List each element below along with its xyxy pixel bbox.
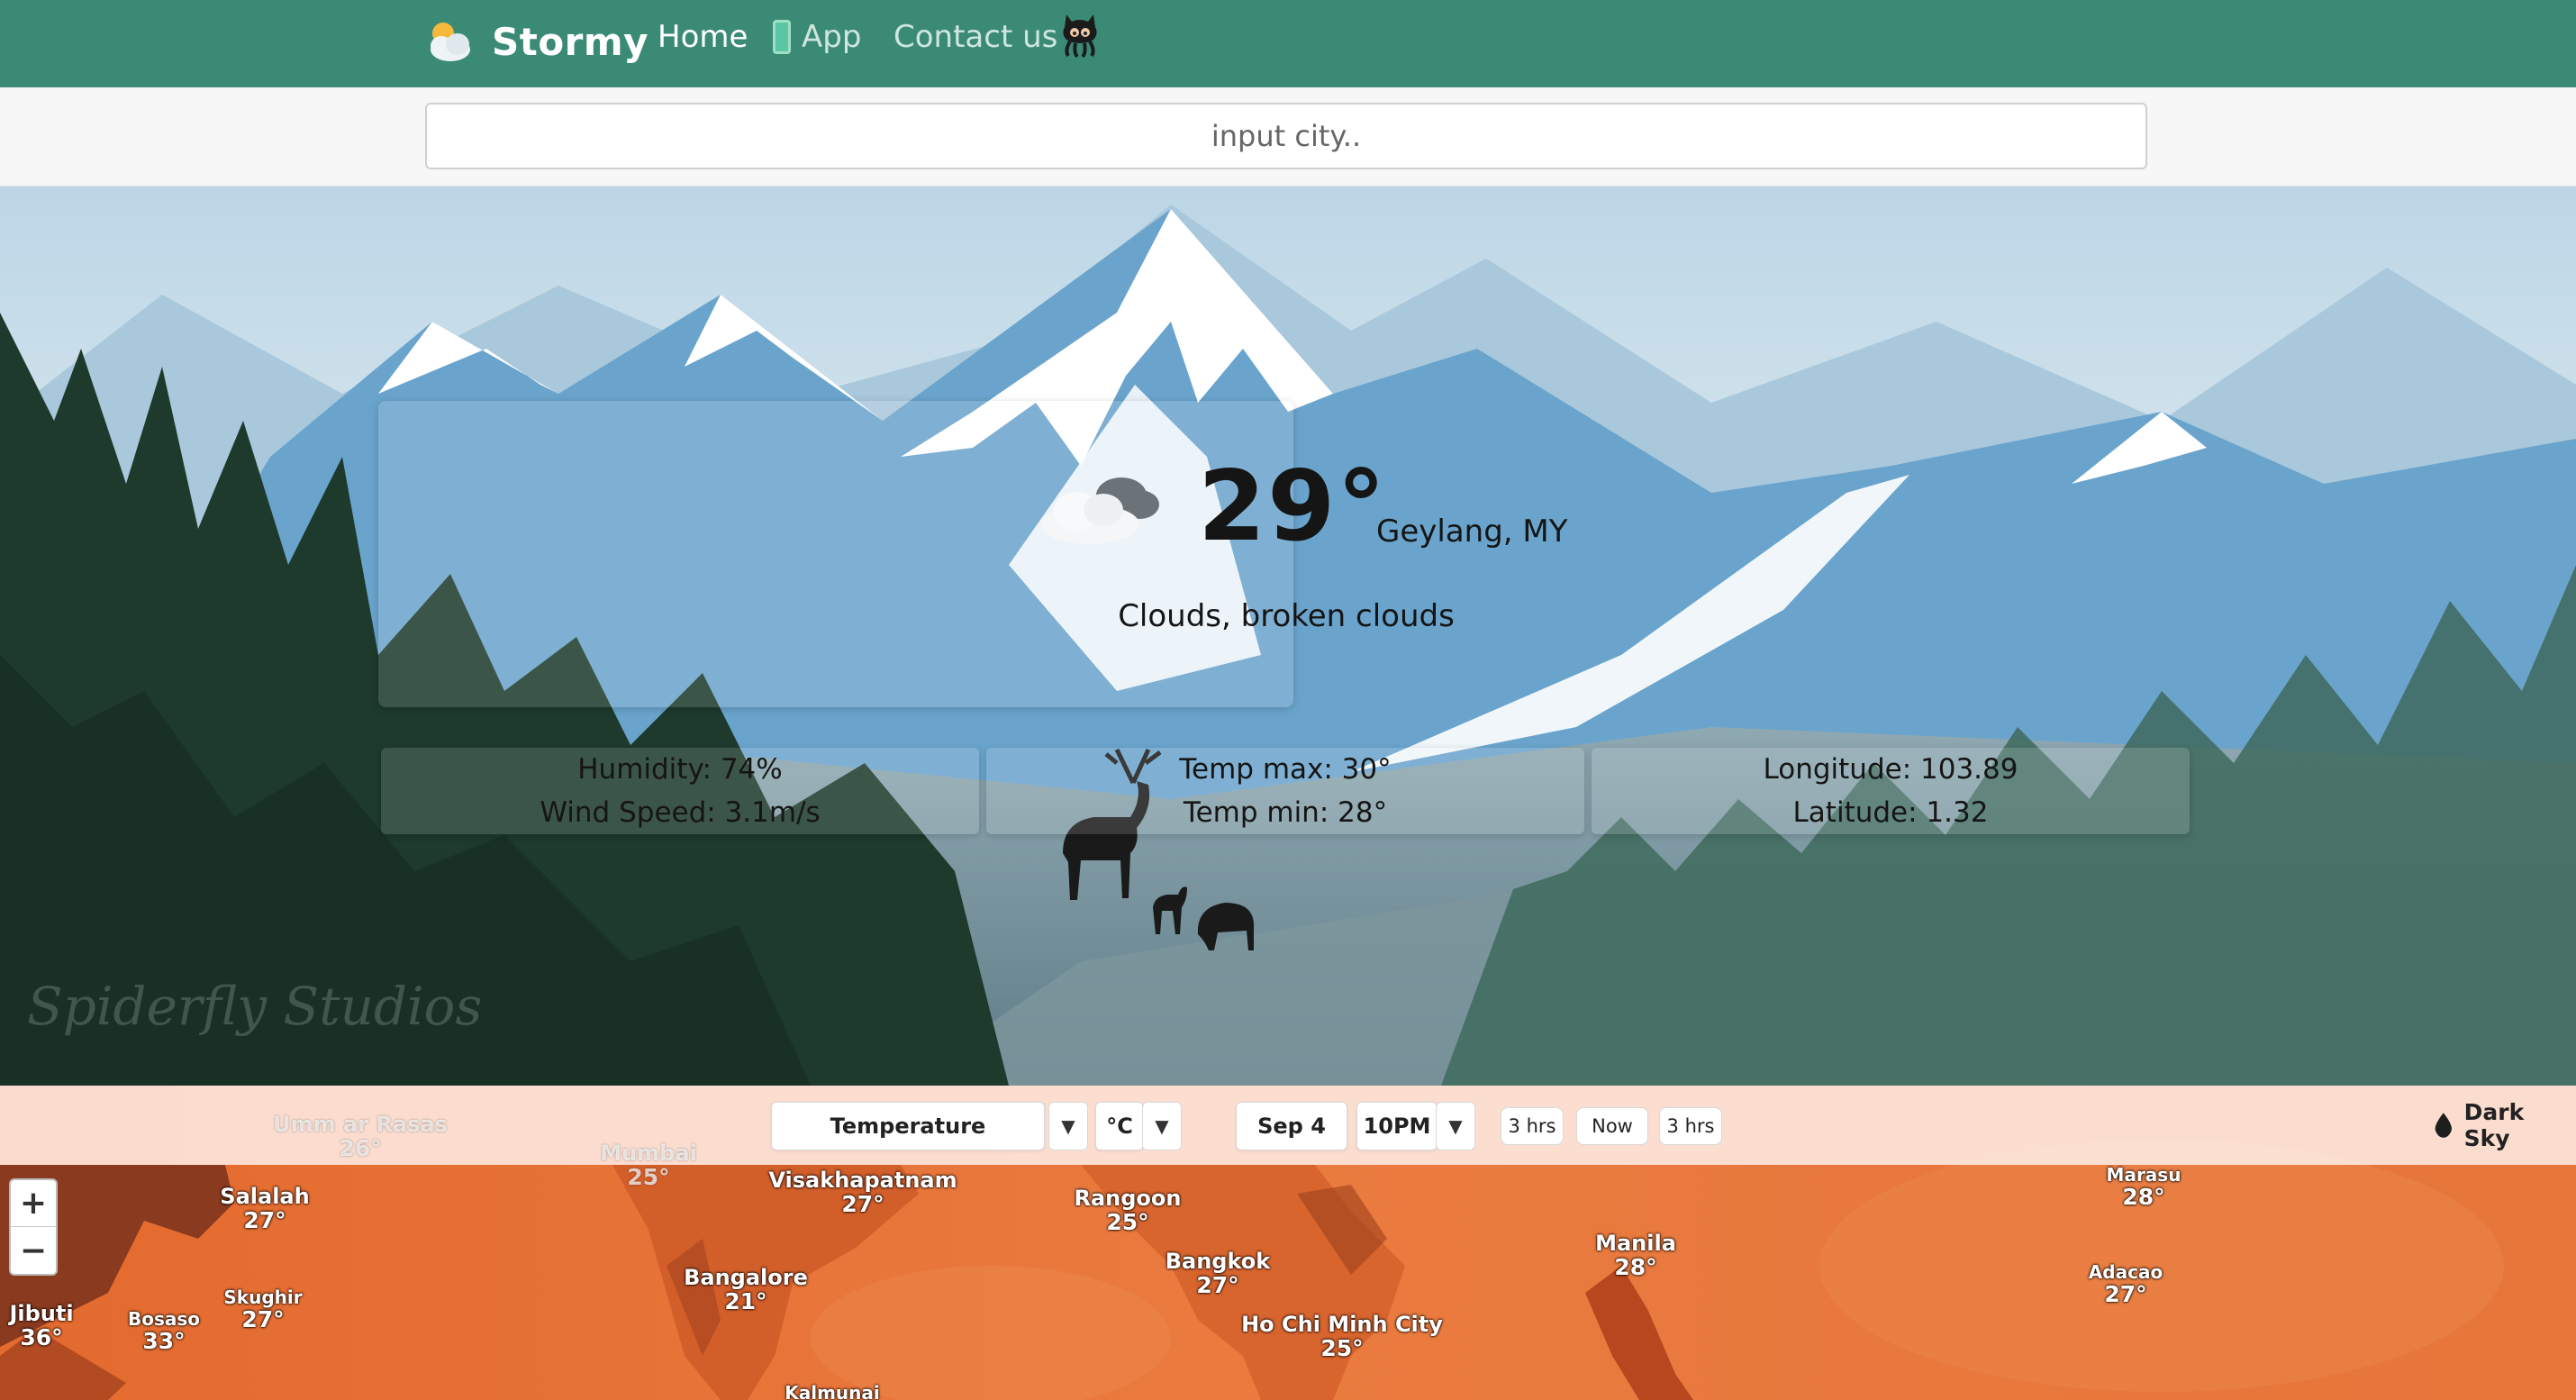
- map-city-label[interactable]: Visakhapatnam 27°: [768, 1168, 957, 1217]
- nav-app-link[interactable]: App: [773, 16, 861, 58]
- brand-name: Stormy: [492, 19, 649, 64]
- nav-app-label: App: [802, 19, 862, 55]
- city-search-input[interactable]: [425, 103, 2147, 169]
- nav-contact-link[interactable]: Contact us: [893, 16, 1057, 58]
- map-city-label[interactable]: Skughir 27°: [223, 1287, 302, 1332]
- dark-sky-label: Dark Sky: [2463, 1099, 2525, 1151]
- dark-sky-attribution[interactable]: Dark Sky: [2432, 1099, 2576, 1151]
- layer-select[interactable]: Temperature: [771, 1102, 1045, 1150]
- raindrop-icon: [2435, 1113, 2452, 1138]
- unit-select[interactable]: °C: [1095, 1102, 1144, 1150]
- search-bar: [0, 87, 2576, 186]
- map-city-label[interactable]: Kalmunai: [785, 1383, 880, 1400]
- phone-icon: [773, 20, 791, 54]
- map-city-label[interactable]: Adacao 27°: [2089, 1262, 2163, 1307]
- now-button[interactable]: Now: [1576, 1107, 1648, 1145]
- step-forward-button[interactable]: 3 hrs: [1659, 1107, 1722, 1145]
- step-back-button[interactable]: 3 hrs: [1501, 1107, 1564, 1145]
- map-city-label[interactable]: Rangoon 25°: [1074, 1186, 1181, 1235]
- zoom-out-button[interactable]: −: [11, 1227, 56, 1274]
- unit-dropdown-caret[interactable]: ▼: [1142, 1102, 1182, 1150]
- weather-map[interactable]: Temperature ▼ °C ▼ Sep 4 10PM ▼ 3 hrs No…: [0, 1086, 2576, 1400]
- map-city-label[interactable]: Salalah 27°: [220, 1185, 309, 1233]
- hero-section: Spiderfly Studios 29° Geylang, MY Clouds…: [0, 186, 2576, 1086]
- wind-speed-value: Wind Speed: 3.1m/s: [540, 796, 821, 829]
- map-city-label[interactable]: Bangalore 21°: [684, 1266, 808, 1314]
- time-dropdown-caret[interactable]: ▼: [1436, 1102, 1475, 1150]
- navbar: Stormy Home App Contact us: [0, 0, 2576, 87]
- zoom-in-button[interactable]: +: [11, 1180, 56, 1227]
- broken-clouds-icon: [1040, 477, 1159, 544]
- brand[interactable]: Stormy: [423, 9, 649, 74]
- layer-dropdown-caret[interactable]: ▼: [1048, 1102, 1088, 1150]
- humidity-wind-card: Humidity: 74% Wind Speed: 3.1m/s: [381, 748, 979, 834]
- temp-max-value: Temp max: 30°: [1179, 753, 1392, 786]
- coordinates-card: Longitude: 103.89 Latitude: 1.32: [1592, 748, 2190, 834]
- map-city-label[interactable]: Umm ar Rasas 26°: [273, 1113, 448, 1161]
- map-city-label[interactable]: Mumbai 25°: [600, 1141, 697, 1190]
- map-city-label[interactable]: Ho Chi Minh City 25°: [1241, 1313, 1443, 1361]
- longitude-value: Longitude: 103.89: [1763, 753, 2018, 786]
- temp-min-value: Temp min: 28°: [1183, 796, 1388, 829]
- github-octocat-icon: [1063, 14, 1097, 58]
- map-city-label[interactable]: Bosaso 33°: [128, 1309, 200, 1354]
- latitude-value: Latitude: 1.32: [1792, 796, 1989, 829]
- date-select[interactable]: Sep 4: [1236, 1102, 1347, 1150]
- map-city-label[interactable]: Manila 28°: [1595, 1232, 1676, 1280]
- weather-description: Clouds, broken clouds: [1118, 598, 1455, 634]
- github-link[interactable]: [1059, 13, 1101, 58]
- location-label: Geylang, MY: [1376, 514, 1568, 550]
- weather-main-card: [378, 401, 1293, 707]
- zoom-control: + −: [9, 1178, 58, 1276]
- map-city-label[interactable]: Marasu 28°: [2107, 1165, 2181, 1210]
- current-temperature: 29°: [1198, 450, 1388, 563]
- map-city-label[interactable]: Bangkok 27°: [1166, 1250, 1271, 1298]
- humidity-value: Humidity: 74%: [577, 753, 783, 786]
- nav-home-link[interactable]: Home: [658, 16, 748, 58]
- temp-range-card: Temp max: 30° Temp min: 28°: [986, 748, 1584, 834]
- map-city-label[interactable]: Jibuti 36°: [9, 1302, 73, 1350]
- watermark-text: Spiderfly Studios: [27, 976, 482, 1037]
- sun-cloud-icon: [431, 23, 470, 61]
- time-select[interactable]: 10PM: [1356, 1102, 1438, 1150]
